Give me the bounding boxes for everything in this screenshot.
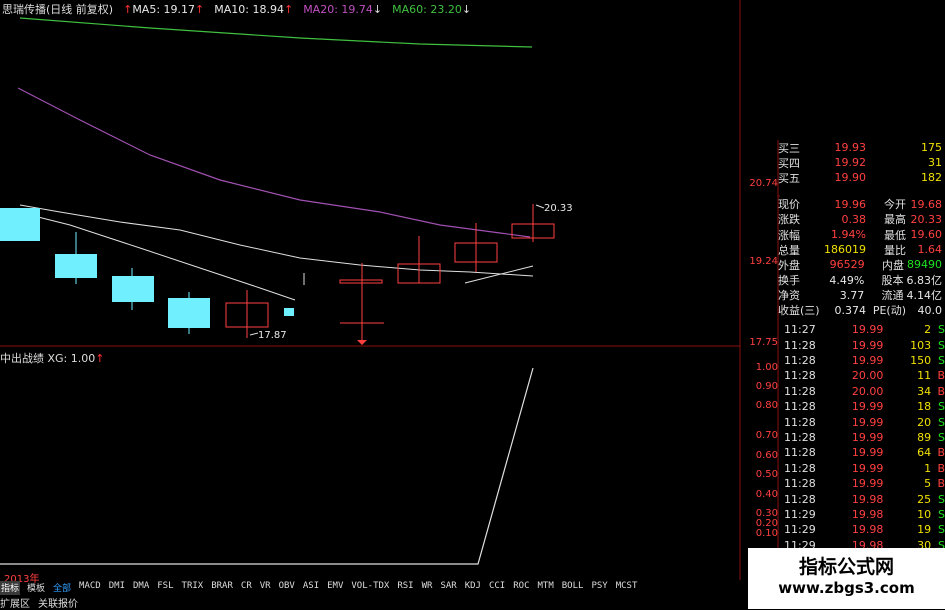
- quote-row: 收益(三) 0.374 PE(动) 40.0: [778, 303, 942, 318]
- arrow-down-icon: ↓: [461, 2, 472, 16]
- tick-row: 11:28 19.99 103 S: [784, 338, 945, 352]
- kline-chart[interactable]: [0, 0, 780, 580]
- tick-row: 11:29 19.98 19 S: [784, 523, 945, 537]
- watermark-logo: 指标公式网 www.zbgs3.com: [748, 548, 945, 609]
- tab-rsi[interactable]: RSI: [396, 581, 414, 595]
- axis-label: 0.90: [755, 381, 778, 392]
- candle: [112, 276, 154, 302]
- tab-asi[interactable]: ASI: [302, 581, 320, 595]
- axis-label: 0.80: [755, 400, 778, 411]
- tab-roc[interactable]: ROC: [512, 581, 530, 595]
- ma60-label: MA60: 23.20: [392, 2, 462, 16]
- tick-row: 11:28 19.98 25 S: [784, 492, 945, 506]
- orderbook-row: 买五 19.90 182: [778, 171, 942, 185]
- sub-indicator-title: 中出战绩 XG: 1.00↑: [0, 350, 104, 366]
- axis-label: 0.10: [755, 528, 778, 539]
- tab-cr[interactable]: CR: [240, 581, 253, 595]
- tab-全部[interactable]: 全部: [52, 581, 72, 595]
- tab-vol-tdx[interactable]: VOL-TDX: [350, 581, 390, 595]
- orderbook-row: 买四 19.92 31: [778, 156, 942, 170]
- tick-row: 11:28 19.99 89 S: [784, 430, 945, 444]
- tick-row: 11:28 19.99 150 S: [784, 354, 945, 368]
- quote-row: 涨跌 0.38 最高 20.33: [778, 212, 942, 227]
- tab-trix[interactable]: TRIX: [181, 581, 205, 595]
- tab-wr[interactable]: WR: [421, 581, 434, 595]
- low-annotation: 17.87: [258, 330, 287, 341]
- quote-row: 现价 19.96 今开 19.68: [778, 197, 942, 212]
- axis-label: 0.50: [755, 469, 778, 480]
- candle: [0, 208, 40, 241]
- tab-vr[interactable]: VR: [259, 581, 272, 595]
- tab-fsl[interactable]: FSL: [156, 581, 174, 595]
- tab-boll[interactable]: BOLL: [561, 581, 585, 595]
- related-quote-tab[interactable]: 关联报价: [38, 595, 78, 610]
- tick-row: 11:28 19.99 5 B: [784, 477, 945, 491]
- ma10-label: MA10: 18.94: [214, 2, 284, 16]
- ma60-line: [19, 17, 533, 48]
- arrow-up-icon: ↑: [123, 2, 133, 16]
- axis-label: 0.60: [755, 450, 778, 461]
- candle: [284, 308, 294, 316]
- tick-row: 11:28 19.99 1 B: [784, 461, 945, 475]
- tick-row: 11:28 19.99 20 S: [784, 415, 945, 429]
- quote-row: 总量 186019 量比 1.64: [778, 243, 942, 257]
- arrow-up-icon: ↑: [195, 2, 205, 16]
- tick-row: 11:29 19.98 10 S: [784, 507, 945, 521]
- candle: [55, 254, 97, 278]
- indicator-axis: 1.00 0.90 0.80 0.70 0.60 0.50 0.40 0.30 …: [740, 356, 778, 539]
- tab-mcst[interactable]: MCST: [615, 581, 639, 595]
- indicator-header: 思瑞传播(日线 前复权) ↑MA5: 19.17↑ MA10: 18.94↑ M…: [0, 0, 742, 18]
- tab-emv[interactable]: EMV: [326, 581, 344, 595]
- ma-short-line: [464, 265, 534, 284]
- arrow-down-icon: ↓: [372, 2, 383, 16]
- quote-panel: 买三 19.93 175 买四 19.92 31 买五 19.90 182 现价 19.96 今…: [778, 140, 945, 599]
- orderbook-row: 买三 19.93 175: [778, 141, 942, 155]
- axis-label: 0.40: [755, 489, 778, 500]
- tab-dma[interactable]: DMA: [132, 581, 150, 595]
- xg-line: [0, 367, 534, 565]
- high-annotation: 20.33: [544, 203, 573, 214]
- sub-indicator-label: 中出战绩 XG: 1.00: [0, 352, 96, 365]
- ma5-label: MA5: 19.17: [132, 2, 196, 16]
- candle: [168, 298, 210, 328]
- candle: [339, 279, 383, 284]
- tab-kdj[interactable]: KDJ: [464, 581, 482, 595]
- tab-brar[interactable]: BRAR: [210, 581, 234, 595]
- quote-row: 涨幅 1.94% 最低 19.60: [778, 228, 942, 242]
- axis-label: 20.74: [749, 178, 778, 189]
- tab-mtm[interactable]: MTM: [537, 581, 555, 595]
- extension-area-tab[interactable]: 扩展区: [0, 595, 30, 610]
- ma20-label: MA20: 19.74: [303, 2, 373, 16]
- price-axis: 20.74 19.24 17.75: [740, 0, 778, 348]
- quote-row: 换手 4.49% 股本 6.83亿: [778, 273, 942, 288]
- arrow-up-icon: ↑: [95, 352, 105, 365]
- watermark-url: www.zbgs3.com: [778, 579, 915, 597]
- tick-row: 11:27 19.99 2 S: [784, 323, 945, 337]
- tab-模板[interactable]: 模板: [26, 581, 46, 595]
- axis-label: 17.75: [749, 337, 778, 348]
- arrow-up-icon: ↑: [283, 2, 294, 16]
- tab-dmi[interactable]: DMI: [108, 581, 126, 595]
- watermark-title: 指标公式网: [798, 556, 894, 578]
- axis-label: 0.70: [755, 430, 778, 441]
- quote-row: 净资 3.77 流通 4.14亿: [778, 288, 942, 303]
- ma20-line: [17, 87, 531, 238]
- tab-sar[interactable]: SAR: [439, 581, 457, 595]
- tab-cci[interactable]: CCI: [488, 581, 506, 595]
- tab-psy[interactable]: PSY: [590, 581, 608, 595]
- quote-row: 外盘 96529 内盘 89490: [778, 258, 942, 272]
- tick-row: 11:28 20.00 11 B: [784, 369, 945, 383]
- tab-指标[interactable]: 指标: [0, 581, 21, 595]
- tick-row: 11:28 19.99 18 S: [784, 400, 945, 414]
- axis-label: 1.00: [755, 362, 778, 373]
- stock-title: 思瑞传播(日线 前复权): [2, 3, 114, 16]
- tab-macd[interactable]: MACD: [78, 581, 102, 595]
- tick-row: 11:28 19.99 64 B: [784, 446, 945, 460]
- tick-row: 11:28 20.00 34 B: [784, 384, 945, 398]
- tab-obv[interactable]: OBV: [278, 581, 296, 595]
- axis-label: 19.24: [749, 256, 778, 267]
